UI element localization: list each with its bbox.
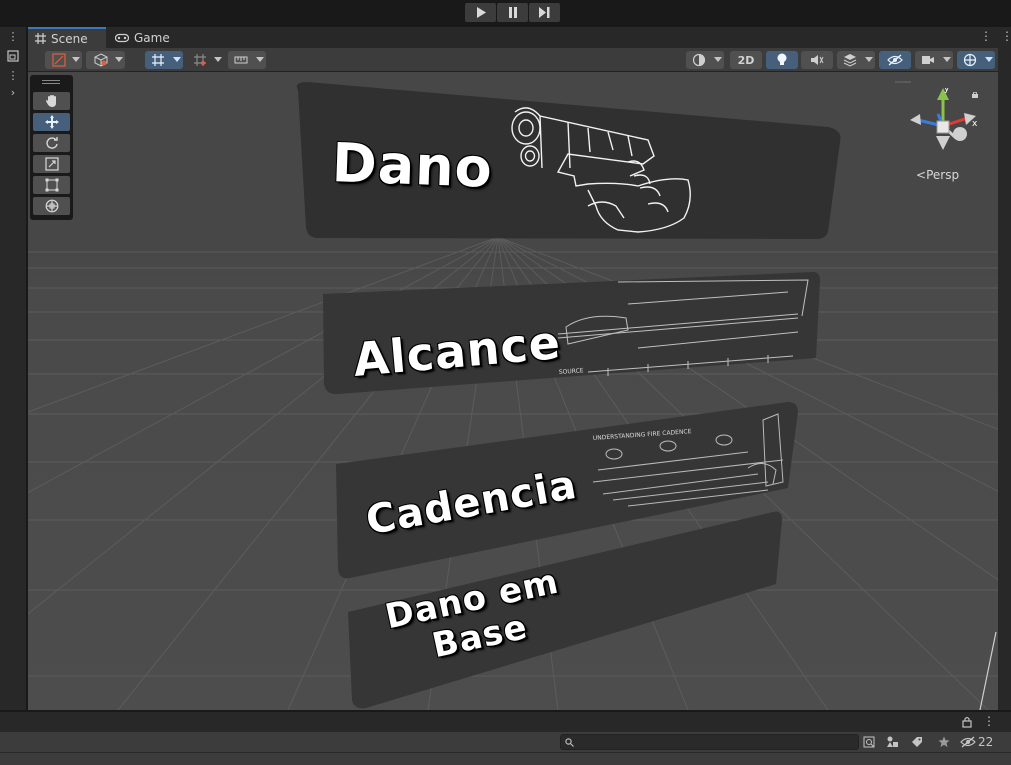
tab-scene-label: Scene <box>51 31 88 46</box>
transform-combo-icon <box>45 199 58 213</box>
gizmo-neg-x-cone[interactable] <box>910 114 921 125</box>
tab-game[interactable]: Game <box>108 27 178 48</box>
toggle-2d-label: 2D <box>737 53 755 67</box>
gizmo-lock-icon[interactable] <box>972 92 978 98</box>
tool-palette <box>30 75 73 220</box>
search-by-scene-button[interactable] <box>860 734 878 750</box>
hierarchy-collapsed-strip: ⋮ ⋮ › <box>0 27 27 710</box>
palette-handle-2[interactable] <box>42 83 60 84</box>
hidden-packages-button[interactable] <box>959 734 977 750</box>
layers-icon <box>843 54 857 67</box>
hidden-packages-count: 22 <box>978 735 994 749</box>
hand-icon <box>45 95 56 107</box>
ruler-dropdown[interactable] <box>228 51 266 69</box>
maximize-icon[interactable] <box>4 49 22 63</box>
pause-icon <box>508 7 517 18</box>
step-button[interactable] <box>529 3 560 22</box>
gizmo-x-label: x <box>972 119 978 129</box>
cube-icon <box>94 53 107 67</box>
tab-scene[interactable]: Scene <box>28 27 106 48</box>
shading-mode-dropdown[interactable] <box>686 51 724 69</box>
camera-icon <box>922 56 934 64</box>
move-arrows-icon <box>44 115 59 129</box>
global-transform-icon <box>51 53 66 67</box>
gamepad-icon <box>115 33 129 42</box>
project-toolbar: 22 <box>0 732 1011 752</box>
projection-toggle[interactable]: <Persp <box>916 168 959 182</box>
eye-slash-icon-2 <box>960 736 976 748</box>
favorites-button[interactable] <box>935 734 953 750</box>
chevron-right-icon[interactable]: › <box>4 85 22 99</box>
kebab-menu-icon-2[interactable]: ⋮ <box>4 68 22 82</box>
scene-tab-bar: Scene Game ⋮ <box>28 27 998 48</box>
pause-button[interactable] <box>497 3 528 22</box>
rotate-icon <box>45 137 58 149</box>
gizmo-neg-y-cone[interactable] <box>936 136 950 150</box>
toggle-2d-button[interactable]: 2D <box>730 51 762 69</box>
lightbulb-icon <box>777 53 787 65</box>
pivot-dropdown[interactable] <box>86 51 125 69</box>
gizmo-globe-icon <box>963 53 977 67</box>
rotate-tool-button[interactable] <box>33 134 70 152</box>
project-content-area[interactable] <box>0 752 1011 765</box>
move-tool-button[interactable] <box>33 113 70 131</box>
project-search-input[interactable] <box>560 734 859 750</box>
increment-snap-dropdown[interactable] <box>188 51 224 69</box>
rect-transform-icon <box>45 178 58 192</box>
persp-label: Persp <box>926 168 960 182</box>
scene-visibility-toggle[interactable] <box>879 51 911 69</box>
filter-by-type-button[interactable] <box>883 734 901 750</box>
audio-toggle[interactable] <box>801 51 833 69</box>
bottom-panel-tab-bar: ⋮ <box>0 710 1011 732</box>
transform-handle-dropdown[interactable] <box>45 51 82 69</box>
scene-viewport[interactable]: SOURCE UNDERSTANDING FIRE CADENCE Dano A… <box>28 72 998 710</box>
gizmo-center-cube[interactable] <box>936 120 950 134</box>
transform-tool-button[interactable] <box>33 197 70 215</box>
orientation-gizmo[interactable]: y x <box>908 88 978 166</box>
lock-icon[interactable] <box>962 716 972 728</box>
gizmo-y-label: y <box>944 88 950 94</box>
lighting-toggle[interactable] <box>766 51 798 69</box>
search-scene-icon <box>863 736 875 748</box>
persp-chevron-icon: < <box>916 168 927 182</box>
tab-game-label: Game <box>134 30 170 45</box>
right-kebab-menu-icon[interactable]: ⋮ <box>1001 29 1011 43</box>
shapes-filter-icon <box>886 736 898 747</box>
shading-sphere-icon <box>692 53 706 67</box>
grid-snap-icon <box>152 54 164 66</box>
grid-icon <box>35 33 46 44</box>
play-controls <box>465 3 560 22</box>
unity-editor: ⋮ ⋮ › Scene Game ⋮ 2D SOURCE UNDERSTANDI… <box>0 0 1011 765</box>
kebab-menu-icon[interactable]: ⋮ <box>4 29 22 43</box>
search-icon <box>565 738 574 747</box>
hand-tool-button[interactable] <box>33 92 70 110</box>
palette-handle[interactable] <box>42 80 60 81</box>
effects-dropdown[interactable] <box>837 51 875 69</box>
gizmos-dropdown[interactable] <box>957 51 995 69</box>
inspector-collapsed-strip: ⋮ <box>998 27 1011 710</box>
dano-title: Dano <box>330 131 494 200</box>
rect-tool-button[interactable] <box>33 176 70 194</box>
step-icon <box>539 7 550 18</box>
increment-snap-icon <box>194 54 206 66</box>
speaker-icon <box>811 55 824 65</box>
filter-by-label-button[interactable] <box>908 734 926 750</box>
gizmo-neg-z-cone[interactable] <box>953 127 967 141</box>
tab-kebab-menu-icon[interactable]: ⋮ <box>980 29 992 43</box>
scale-tool-button[interactable] <box>33 155 70 173</box>
camera-dropdown[interactable] <box>915 51 953 69</box>
tag-icon <box>912 737 922 747</box>
bottom-kebab-menu-icon[interactable]: ⋮ <box>983 714 995 728</box>
gizmo-drag-handle[interactable] <box>895 81 911 83</box>
eye-slash-icon <box>887 54 903 66</box>
play-toolbar <box>0 0 1011 27</box>
grid-snap-dropdown[interactable] <box>145 51 183 69</box>
scene-toolbar: 2D <box>28 48 998 72</box>
ruler-icon <box>234 56 248 64</box>
play-icon <box>476 7 486 18</box>
play-button[interactable] <box>465 3 496 22</box>
star-icon <box>938 736 950 747</box>
scale-icon <box>44 157 59 171</box>
